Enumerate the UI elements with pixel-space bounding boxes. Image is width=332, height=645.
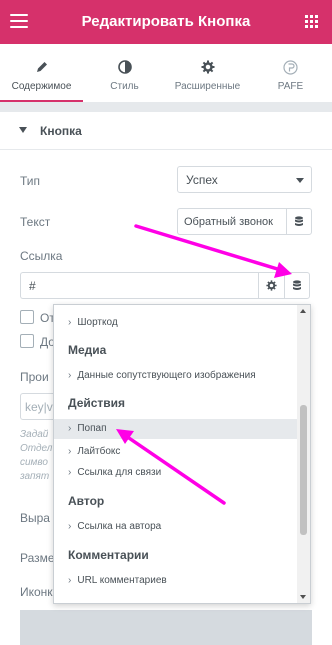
database-icon xyxy=(293,280,301,290)
gear-icon xyxy=(266,280,277,291)
section-header-button[interactable]: Кнопка xyxy=(0,112,332,150)
dropdown-item-author-url[interactable]: Ссылка на автора xyxy=(54,517,299,537)
editor-header: Редактировать Кнопка xyxy=(0,0,332,44)
dropdown-group-author: Автор xyxy=(68,494,105,508)
type-label: Тип xyxy=(20,174,41,188)
dropdown-item-shortcode[interactable]: Шорткод xyxy=(54,313,299,333)
dropdown-item-lightbox[interactable]: Лайтбокс xyxy=(54,442,299,462)
link-label: Ссылка xyxy=(20,249,63,263)
dropdown-item-contact-url[interactable]: Ссылка для связи xyxy=(54,463,299,483)
link-url-input[interactable]: # xyxy=(20,272,258,299)
collapse-arrow-icon xyxy=(19,127,27,133)
tab-style[interactable]: Стиль xyxy=(83,44,166,102)
attributes-hint: Задай Отдел симво запят xyxy=(20,429,53,482)
scroll-up-arrow-icon[interactable] xyxy=(300,309,306,313)
icon-label: Иконк xyxy=(20,585,53,599)
panel-tabs: Содержимое Стиль Расширенные PAFE xyxy=(0,44,332,102)
custom-attributes-label: Прои xyxy=(20,370,49,384)
nofollow-checkbox[interactable] xyxy=(20,334,34,348)
scroll-down-arrow-icon[interactable] xyxy=(300,595,306,599)
dynamic-tags-dropdown: Шорткод Медиа Данные сопутствующего изоб… xyxy=(53,304,311,604)
tab-pafe[interactable]: PAFE xyxy=(249,44,332,102)
pencil-icon xyxy=(36,62,47,72)
scrollbar-thumb[interactable] xyxy=(300,405,307,535)
dropdown-group-media: Медиа xyxy=(68,343,107,357)
dropdown-item-featured-image-data[interactable]: Данные сопутствующего изображения xyxy=(54,366,299,386)
tab-advanced[interactable]: Расширенные xyxy=(166,44,249,102)
open-new-window-checkbox[interactable] xyxy=(20,310,34,324)
dropdown-item-comments-url[interactable]: URL комментариев xyxy=(54,571,299,591)
pafe-logo-icon xyxy=(283,59,298,75)
section-title: Кнопка xyxy=(40,124,82,138)
half-circle-icon xyxy=(117,60,132,74)
page-title: Редактировать Кнопка xyxy=(81,13,251,30)
link-options-button[interactable] xyxy=(258,272,284,299)
size-label: Разме xyxy=(20,551,55,565)
button-text-input[interactable]: Обратный звонок xyxy=(177,208,286,235)
dynamic-tags-button[interactable] xyxy=(286,208,312,235)
dropdown-group-comments: Комментарии xyxy=(68,548,149,562)
tab-content[interactable]: Содержимое xyxy=(0,44,83,102)
icon-library-picker[interactable] xyxy=(20,610,312,645)
chevron-down-icon xyxy=(296,178,304,183)
dropdown-item-popup[interactable]: Попап xyxy=(54,419,299,439)
text-label: Текст xyxy=(20,215,51,229)
link-dynamic-tags-button[interactable] xyxy=(284,272,310,299)
dropdown-group-actions: Действия xyxy=(68,396,126,410)
alignment-label: Выра xyxy=(20,511,50,525)
widgets-grid-icon[interactable] xyxy=(305,15,318,28)
database-icon xyxy=(295,216,303,226)
section-separator xyxy=(0,102,332,112)
type-select[interactable]: Успех xyxy=(177,166,312,193)
gear-icon xyxy=(201,60,214,74)
dropdown-scrollbar[interactable] xyxy=(297,305,310,603)
